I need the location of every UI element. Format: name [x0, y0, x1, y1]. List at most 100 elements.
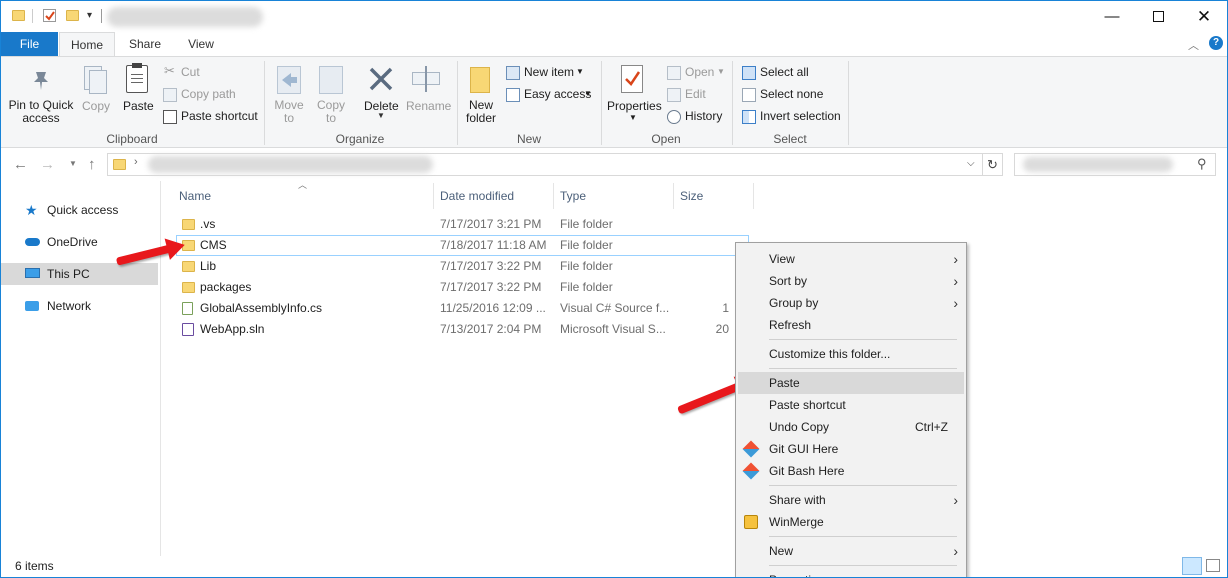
csharp-file-icon [182, 302, 193, 315]
up-arrow-icon[interactable]: ↑ [88, 156, 96, 173]
close-button[interactable]: ✕ [1181, 1, 1227, 32]
chevron-down-icon: ▼ [576, 67, 584, 76]
menu-item-undo-copy[interactable]: Undo Copy Ctrl+Z [738, 416, 964, 438]
file-name: .vs [200, 217, 216, 231]
search-input[interactable]: ⚲ [1014, 153, 1216, 176]
menu-item-customize-folder[interactable]: Customize this folder... [738, 343, 964, 365]
menu-item-winmerge[interactable]: WinMerge [738, 511, 964, 533]
tab-file[interactable]: File [1, 32, 58, 56]
menu-item-new[interactable]: New › [738, 540, 964, 562]
ribbon-tabs: File Home Share View ︿ ? [1, 32, 1227, 56]
recent-locations-icon[interactable]: ▼ [69, 159, 77, 168]
copy-path-icon [163, 88, 177, 102]
select-all-label: Select all [760, 65, 809, 79]
help-icon[interactable]: ? [1209, 36, 1223, 50]
file-row[interactable]: WebApp.sln 7/13/2017 2:04 PM Microsoft V… [176, 319, 749, 340]
back-arrow-icon[interactable]: ← [13, 156, 28, 173]
menu-item-git-bash[interactable]: Git Bash Here [738, 460, 964, 482]
tab-share[interactable]: Share [119, 32, 171, 56]
file-row[interactable]: CMS 7/18/2017 11:18 AM File folder [176, 235, 749, 256]
properties-quick-icon[interactable] [43, 9, 56, 22]
menu-item-label: Sort by [769, 274, 808, 288]
folder-icon [182, 282, 195, 293]
column-divider[interactable] [433, 183, 434, 209]
file-row[interactable]: Lib 7/17/2017 3:22 PM File folder [176, 256, 749, 277]
pin-label: Pin to Quick access [8, 98, 74, 125]
file-date: 7/13/2017 2:04 PM [440, 322, 542, 336]
nav-item-onedrive[interactable]: OneDrive [1, 231, 158, 253]
file-name: WebApp.sln [200, 322, 265, 336]
details-view-icon[interactable] [1182, 557, 1202, 575]
column-size-header[interactable]: Size [680, 185, 703, 207]
nav-item-quick-access[interactable]: ★ Quick access [1, 199, 158, 221]
forward-arrow-icon[interactable]: → [40, 156, 55, 173]
menu-item-refresh[interactable]: Refresh [738, 314, 964, 336]
chevron-down-icon[interactable]: ⌵ [967, 158, 975, 169]
folder-icon [113, 159, 126, 170]
maximize-button[interactable] [1135, 1, 1181, 32]
menu-item-git-gui[interactable]: Git GUI Here [738, 438, 964, 460]
nav-item-network[interactable]: Network [1, 295, 158, 317]
file-row[interactable]: GlobalAssemblyInfo.cs 11/25/2016 12:09 .… [176, 298, 749, 319]
chevron-down-icon: ▼ [584, 89, 592, 98]
file-date: 7/18/2017 11:18 AM [440, 238, 547, 252]
file-row[interactable]: packages 7/17/2017 3:22 PM File folder [176, 277, 749, 298]
properties-icon [621, 65, 643, 93]
column-divider[interactable] [753, 183, 754, 209]
tab-view[interactable]: View [175, 32, 227, 56]
menu-item-paste-shortcut[interactable]: Paste shortcut [738, 394, 964, 416]
file-row[interactable]: .vs 7/17/2017 3:21 PM File folder [176, 214, 749, 235]
move-to-icon [277, 66, 301, 94]
column-divider[interactable] [553, 183, 554, 209]
menu-item-label: Git GUI Here [769, 442, 839, 456]
chevron-right-icon: › [953, 492, 958, 508]
nav-item-this-pc[interactable]: This PC [1, 263, 158, 285]
solution-file-icon [182, 323, 194, 336]
address-bar[interactable]: › ⌵ [107, 153, 1003, 176]
menu-item-label: Paste shortcut [769, 398, 846, 412]
nav-item-label: Network [47, 299, 92, 313]
select-none-label: Select none [760, 87, 824, 101]
minimize-button[interactable]: — [1089, 1, 1135, 32]
chevron-right-icon: › [953, 251, 958, 267]
menu-item-share-with[interactable]: Share with › [738, 489, 964, 511]
menu-separator [769, 339, 957, 340]
easy-access-icon [506, 88, 520, 102]
file-name: CMS [200, 238, 227, 252]
folder-icon [12, 10, 25, 21]
menu-item-properties[interactable]: Properties [738, 569, 964, 577]
copy-label: Copy [82, 99, 111, 113]
delete-x-icon [369, 67, 393, 91]
customize-quick-access-icon[interactable]: ▾ [87, 10, 92, 21]
nav-item-label: Quick access [47, 203, 119, 217]
menu-item-sort-by[interactable]: Sort by › [738, 270, 964, 292]
column-name-header[interactable]: Name [179, 185, 211, 207]
divider [101, 9, 102, 23]
navigation-pane: ★ Quick access OneDrive This PC Network [1, 181, 161, 556]
scissors-icon: ✂ [164, 63, 175, 78]
menu-item-group-by[interactable]: Group by › [738, 292, 964, 314]
column-type-header[interactable]: Type [560, 185, 586, 207]
chevron-right-icon: › [953, 295, 958, 311]
menu-separator [769, 565, 957, 566]
file-date: 7/17/2017 3:21 PM [440, 217, 542, 231]
nav-item-label: This PC [47, 267, 90, 281]
file-type: File folder [560, 280, 613, 294]
paste-shortcut-label: Paste shortcut [181, 109, 258, 123]
tab-home[interactable]: Home [59, 32, 115, 56]
refresh-icon[interactable]: ↻ [982, 153, 1002, 176]
file-name: GlobalAssemblyInfo.cs [200, 301, 323, 315]
column-divider[interactable] [673, 183, 674, 209]
chevron-down-icon: ▼ [377, 111, 385, 120]
menu-item-paste[interactable]: Paste [738, 372, 964, 394]
column-date-header[interactable]: Date modified [440, 185, 514, 207]
menu-item-view[interactable]: View › [738, 248, 964, 270]
pin-icon [34, 72, 48, 90]
git-bash-icon [742, 462, 760, 480]
new-folder-quick-icon[interactable] [66, 10, 79, 21]
large-icons-view-icon[interactable] [1206, 559, 1220, 572]
search-placeholder-blurred [1023, 157, 1173, 172]
search-icon[interactable]: ⚲ [1197, 156, 1207, 172]
file-date: 7/17/2017 3:22 PM [440, 280, 542, 294]
collapse-ribbon-icon[interactable]: ︿ [1188, 37, 1199, 53]
